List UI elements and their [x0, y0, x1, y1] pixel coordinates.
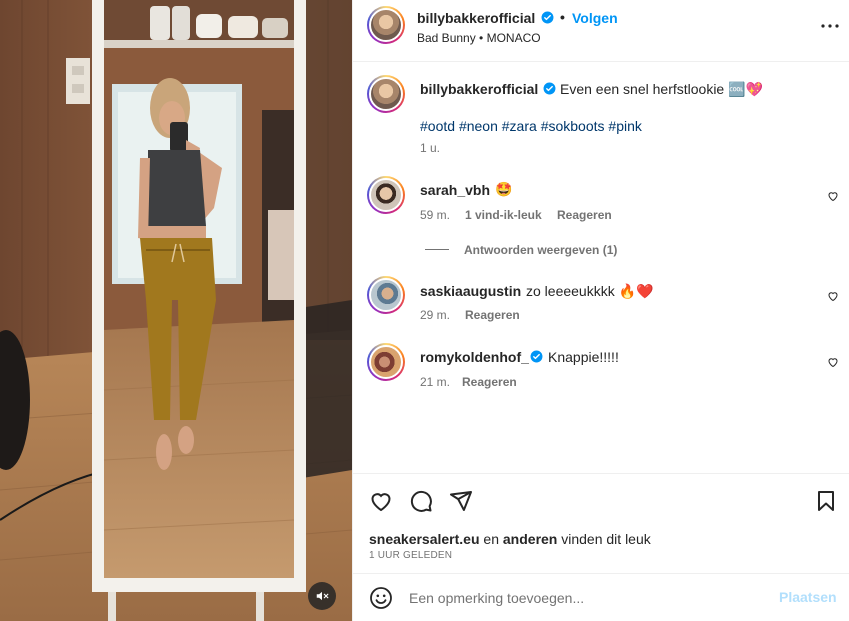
comment-like-heart-icon[interactable] [827, 356, 839, 368]
replies-divider [425, 249, 449, 250]
mute-toggle-button[interactable] [308, 582, 336, 610]
caption-time[interactable]: 1 u. [420, 141, 440, 155]
hashtag-link[interactable]: #pink [608, 118, 641, 134]
bookmark-icon[interactable] [814, 489, 838, 513]
post-comment-button[interactable]: Plaatsen [779, 589, 837, 605]
caption-hashtags: #ootd #neon #zara #sokboots #pink [420, 118, 642, 134]
comment-username[interactable]: sarah_vbh [420, 182, 490, 198]
emoji-icon[interactable] [369, 586, 393, 610]
caption-text: Even een snel herfstlookie 🆒💖 [560, 81, 763, 97]
commenter-avatar[interactable] [367, 276, 405, 314]
hashtag-link[interactable]: #ootd [420, 118, 455, 134]
heart-icon[interactable] [369, 489, 393, 513]
comment-like-heart-icon[interactable] [827, 190, 839, 202]
caption-username[interactable]: billybakkerofficial [420, 81, 538, 97]
comment-input[interactable] [409, 588, 769, 608]
posted-time[interactable]: 1 UUR GELEDEN [369, 550, 452, 561]
share-icon[interactable] [449, 489, 473, 513]
mirror-selfie-photo [0, 0, 352, 621]
add-comment-bar: Plaatsen [353, 573, 849, 621]
post-media[interactable] [0, 0, 352, 621]
hashtag-link[interactable]: #neon [459, 118, 498, 134]
header-separator: • [560, 9, 565, 25]
commenter-avatar[interactable] [367, 343, 405, 381]
comment-text: Knappie!!!!! [548, 349, 619, 365]
post-actions: sneakersalert.eu en anderen vinden dit l… [353, 473, 849, 573]
commenter-avatar[interactable] [367, 176, 405, 214]
comment-icon[interactable] [409, 489, 433, 513]
likes-summary: sneakersalert.eu en anderen vinden dit l… [369, 531, 651, 547]
reply-button[interactable]: Reageren [465, 308, 520, 322]
comment-time[interactable]: 21 m. [420, 375, 450, 389]
comment-text: zo leeeeukkkk 🔥❤️ [526, 283, 654, 299]
post-sidebar: billybakkerofficial • Volgen Bad Bunny •… [352, 0, 849, 621]
view-replies-button[interactable]: Antwoorden weergeven (1) [464, 243, 617, 257]
liked-connector: en [483, 531, 499, 547]
liked-by-username[interactable]: sneakersalert.eu [369, 531, 480, 547]
comment-time[interactable]: 59 m. [420, 208, 450, 222]
reply-button[interactable]: Reageren [557, 208, 612, 222]
reply-button[interactable]: Reageren [462, 375, 517, 389]
comment-username[interactable]: romykoldenhof_ [420, 349, 529, 365]
comment-like-heart-icon[interactable] [827, 290, 839, 302]
follow-button[interactable]: Volgen [572, 10, 618, 26]
verified-badge-icon [543, 82, 556, 95]
hashtag-link[interactable]: #sokboots [541, 118, 605, 134]
author-username[interactable]: billybakkerofficial [417, 10, 535, 26]
author-avatar[interactable] [367, 6, 405, 44]
comment-text: 🤩 [495, 181, 513, 197]
comment-likes-count[interactable]: 1 vind-ik-leuk [465, 208, 542, 222]
comment-time[interactable]: 29 m. [420, 308, 450, 322]
post-header: billybakkerofficial • Volgen Bad Bunny •… [353, 0, 849, 62]
verified-badge-icon [541, 11, 554, 24]
muted-speaker-icon [316, 591, 329, 601]
liked-others-link[interactable]: anderen [503, 531, 557, 547]
caption-author-avatar[interactable] [367, 75, 405, 113]
liked-suffix: vinden dit leuk [561, 531, 651, 547]
audio-track-link[interactable]: Bad Bunny • MONACO [417, 31, 541, 45]
verified-badge-icon [530, 350, 543, 363]
hashtag-link[interactable]: #zara [502, 118, 537, 134]
comment-username[interactable]: saskiaaugustin [420, 283, 521, 299]
instagram-post: billybakkerofficial • Volgen Bad Bunny •… [0, 0, 849, 621]
more-horizontal-icon[interactable] [818, 14, 842, 38]
